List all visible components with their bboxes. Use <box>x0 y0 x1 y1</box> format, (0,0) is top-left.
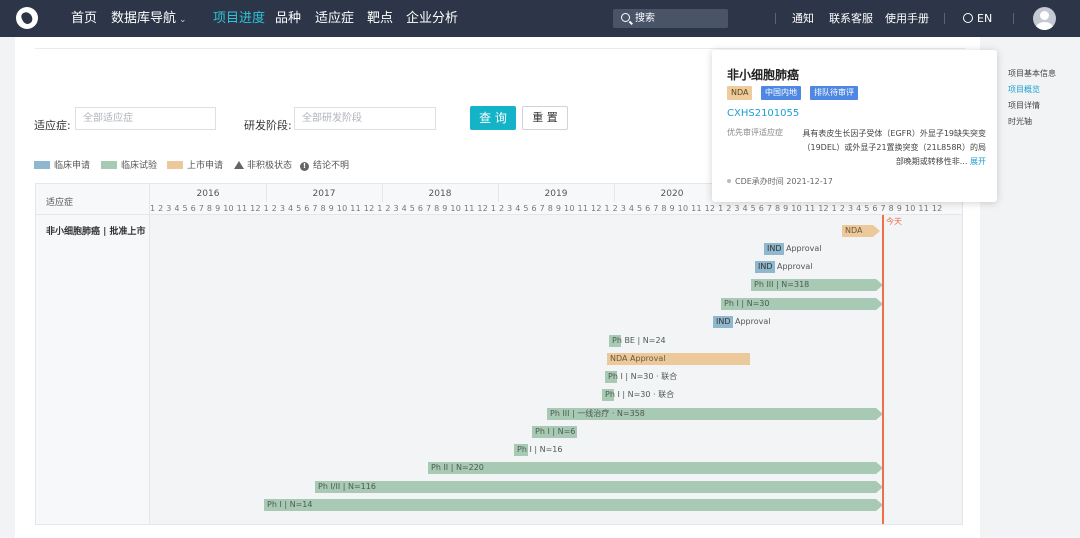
nav-database[interactable]: 数据库导航 ⌄ <box>111 0 187 37</box>
globe-icon <box>963 13 973 23</box>
legend-inactive: 非积极状态 <box>234 158 292 171</box>
nav-varieties[interactable]: 品种 <box>275 0 301 37</box>
legend-swatch <box>167 161 183 169</box>
year-label: 2019 <box>544 189 568 199</box>
divider <box>1013 13 1014 24</box>
legend-swatch <box>34 161 50 169</box>
legend-inconclusive: ! 结论不明 <box>300 158 349 171</box>
gantt-bar[interactable]: Ph I | N=6 <box>532 426 577 438</box>
nav-targets[interactable]: 靶点 <box>367 0 393 37</box>
gantt-bar[interactable]: Ph III | N=318 <box>751 279 883 291</box>
nav-project-progress[interactable]: 项目进度 <box>213 0 265 37</box>
nav-home[interactable]: 首页 <box>71 0 97 37</box>
indication-filter-label: 适应症: <box>34 119 71 132</box>
top-navbar: 首页 数据库导航 ⌄ 项目进度 品种 适应症 靶点 企业分析 搜索 通知 联系客服… <box>0 0 1080 37</box>
year-label: 2018 <box>428 189 452 199</box>
gantt-left-column: 适应症 非小细胞肺癌 | 批准上市 <box>36 184 150 524</box>
gantt-bar[interactable]: Ph I | N=16 <box>514 444 562 456</box>
gantt-column-header: 适应症 <box>36 184 150 215</box>
legend-label: 临床申请 <box>54 161 91 171</box>
popup-title: 非小细胞肺癌 <box>727 68 800 82</box>
gantt-bar[interactable]: IND <box>755 261 775 273</box>
legend-market-apply: 上市申请 <box>167 158 223 171</box>
language-switch[interactable]: EN <box>963 0 992 37</box>
gantt-bar[interactable]: IND <box>713 316 733 328</box>
anchor-details[interactable]: 项目详情 <box>1008 100 1040 111</box>
anchor-basic-info[interactable]: 项目基本信息 <box>1008 68 1056 79</box>
language-label: EN <box>977 12 993 25</box>
today-label: 今天 <box>886 217 902 226</box>
gantt-body: NDA IND Approval IND Approval Ph III | N… <box>150 215 962 524</box>
logo-icon[interactable] <box>16 7 38 29</box>
gantt-bar-note: Approval <box>777 262 813 271</box>
legend-clinical-trial: 临床试验 <box>101 158 157 171</box>
gantt-bar[interactable]: Ph III | 一线治疗 · N=358 <box>547 408 883 420</box>
region-badge: 中国内地 <box>761 86 801 100</box>
indication-select[interactable]: 全部适应症 <box>75 107 216 130</box>
popup-description: 具有表皮生长因子受体（EGFR）外显子19缺失突变（19DEL）或外显子21置换… <box>796 127 986 169</box>
nav-database-label: 数据库导航 <box>111 11 177 26</box>
month-ticks: 1 2 3 4 5 6 7 8 9 10 11 12 1 2 3 4 5 6 7… <box>150 204 943 213</box>
search-placeholder: 搜索 <box>635 13 655 24</box>
nav-customer-service[interactable]: 联系客服 <box>829 0 873 37</box>
triangle-icon <box>234 161 244 169</box>
review-status-badge: 排队待审评 <box>810 86 858 100</box>
year-label: 2017 <box>312 189 336 199</box>
gantt-bar[interactable]: Ph BE | N=24 <box>609 335 666 347</box>
bullet-icon <box>727 179 731 183</box>
phase-filter-label: 研发阶段: <box>244 119 292 132</box>
gantt-bar[interactable]: NDA <box>842 225 880 237</box>
gantt-bar[interactable]: Ph I | N=30 · 联合 <box>602 389 674 401</box>
divider <box>35 48 965 49</box>
popup-date: CDE承办时间 2021-12-17 <box>727 176 833 187</box>
gantt-bar[interactable]: Ph I | N=14 <box>264 499 883 511</box>
popup-desc-label: 优先审评适应症 <box>727 128 783 137</box>
divider <box>775 13 776 24</box>
popup-desc-text: 具有表皮生长因子受体（EGFR）外显子19缺失突变（19DEL）或外显子21置换… <box>802 129 986 166</box>
anchor-timeline[interactable]: 时光轴 <box>1008 116 1032 127</box>
anchor-overview[interactable]: 项目概览 <box>1008 84 1040 95</box>
gantt-bar[interactable]: Ph I | N=30 <box>721 298 883 310</box>
legend-clinical-apply: 临床申请 <box>34 158 90 171</box>
gantt-bar[interactable]: NDA Approval <box>607 353 750 365</box>
reset-button[interactable]: 重 置 <box>522 106 568 130</box>
info-icon: ! <box>300 162 309 171</box>
today-marker <box>882 215 884 524</box>
phase-select[interactable]: 全部研发阶段 <box>294 107 436 130</box>
gantt-bar-note: Approval <box>735 317 771 326</box>
gantt-bar[interactable]: Ph I/II | N=116 <box>315 481 883 493</box>
year-label: 2016 <box>196 189 220 199</box>
query-button[interactable]: 查 询 <box>470 106 516 130</box>
gantt-bar-note: Approval <box>786 244 822 253</box>
avatar[interactable] <box>1033 7 1056 30</box>
expand-link[interactable]: 展开 <box>970 157 986 166</box>
legend-label: 结论不明 <box>313 161 350 171</box>
gantt-indication-label: 非小细胞肺癌 | 批准上市 <box>46 227 146 237</box>
nav-company-analysis[interactable]: 企业分析 <box>406 0 458 37</box>
status-badge: NDA <box>727 86 753 100</box>
project-popup-card: 非小细胞肺癌 NDA 中国内地 排队待审评 CXHS2101055 优先审评适应… <box>712 50 997 202</box>
legend-swatch <box>101 161 117 169</box>
nav-user-manual[interactable]: 使用手册 <box>885 0 929 37</box>
gantt-bar[interactable]: IND <box>764 243 784 255</box>
timeline-gantt: 适应症 非小细胞肺癌 | 批准上市 2016 2017 2018 2019 20… <box>35 183 963 525</box>
nav-indications[interactable]: 适应症 <box>315 0 354 37</box>
chevron-down-icon: ⌄ <box>179 15 187 25</box>
nav-notifications[interactable]: 通知 <box>792 0 814 37</box>
popup-date-text: CDE承办时间 2021-12-17 <box>735 177 833 186</box>
acceptance-code-link[interactable]: CXHS2101055 <box>727 108 799 119</box>
gantt-bar[interactable]: Ph II | N=220 <box>428 462 883 474</box>
legend-label: 非积极状态 <box>247 161 293 171</box>
legend-label: 上市申请 <box>187 161 224 171</box>
gantt-bar[interactable]: Ph I | N=30 · 联合 <box>605 371 677 383</box>
legend-label: 临床试验 <box>121 161 158 171</box>
search-icon <box>621 13 630 22</box>
search-input[interactable]: 搜索 <box>613 9 728 28</box>
divider <box>944 13 945 24</box>
